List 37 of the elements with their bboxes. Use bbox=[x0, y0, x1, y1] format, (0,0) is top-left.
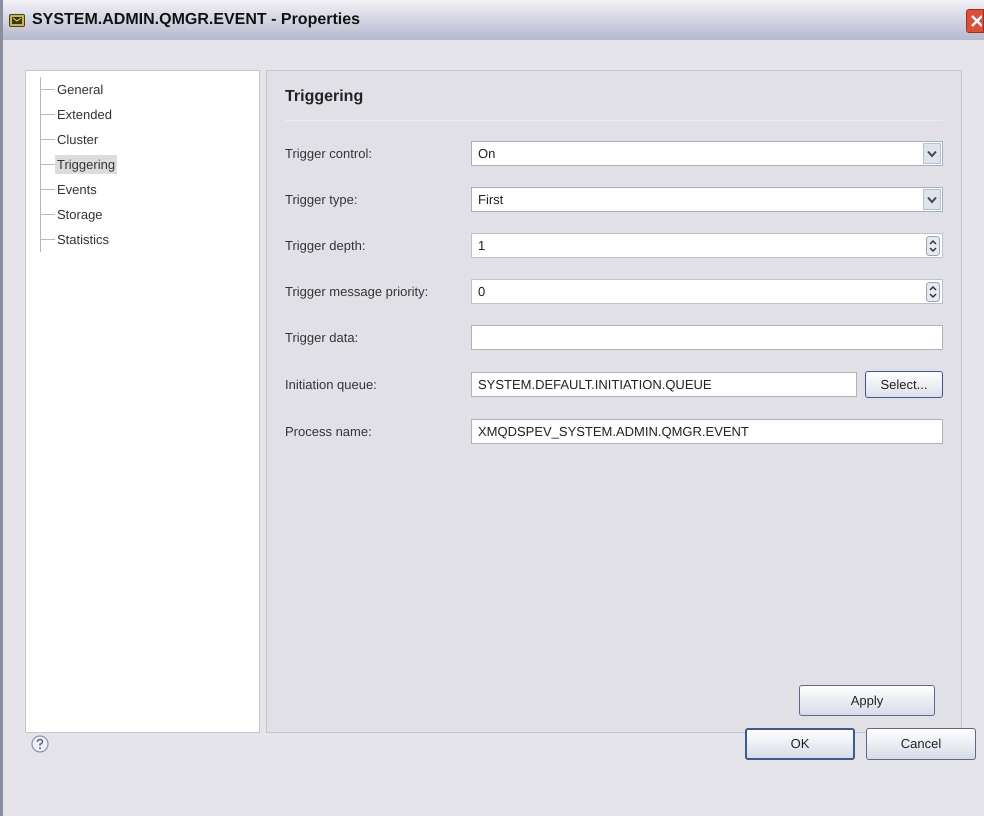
field-label: Trigger control: bbox=[285, 144, 373, 163]
tree-item[interactable]: Statistics bbox=[55, 230, 112, 250]
page-title: Triggering bbox=[285, 85, 943, 121]
dropdown-value: First bbox=[477, 190, 504, 209]
field-label: Trigger message priority: bbox=[285, 282, 430, 301]
field-label: Initiation queue: bbox=[285, 376, 378, 394]
tree-item[interactable]: Cluster bbox=[55, 130, 100, 150]
input-field[interactable] bbox=[471, 325, 943, 350]
tree-item[interactable]: General bbox=[55, 80, 106, 100]
spinner-value: 0 bbox=[477, 282, 486, 301]
field-label: Process name: bbox=[285, 422, 373, 441]
tree-item[interactable]: Events bbox=[55, 180, 99, 200]
dialog-button[interactable]: Cancel bbox=[866, 728, 976, 760]
dropdown[interactable]: First bbox=[471, 187, 943, 212]
dropdown-value: On bbox=[477, 144, 496, 163]
tree-item[interactable]: Extended bbox=[55, 104, 114, 124]
tree-item[interactable]: Triggering bbox=[55, 154, 118, 174]
tree-item[interactable]: Storage bbox=[55, 204, 105, 224]
window-icon bbox=[9, 14, 25, 26]
field-label: Trigger depth: bbox=[285, 236, 366, 255]
spinner-field[interactable]: 1 bbox=[471, 233, 943, 258]
help-icon[interactable] bbox=[31, 735, 49, 753]
spinner-arrows-icon[interactable] bbox=[926, 282, 940, 302]
input-field[interactable]: XMQDSPEV_SYSTEM.ADMIN.QMGR.EVENT bbox=[471, 419, 943, 444]
select-button[interactable]: Select... bbox=[865, 371, 943, 398]
dialog-button[interactable]: OK bbox=[745, 728, 855, 760]
spinner-value: 1 bbox=[477, 236, 486, 255]
close-icon bbox=[970, 14, 982, 28]
apply-button[interactable]: Apply bbox=[799, 685, 935, 716]
field-label: Trigger data: bbox=[285, 328, 360, 347]
window-title: SYSTEM.ADMIN.QMGR.EVENT - Properties bbox=[32, 10, 362, 30]
input-field[interactable]: SYSTEM.DEFAULT.INITIATION.QUEUE bbox=[471, 372, 857, 397]
spinner-arrows-icon[interactable] bbox=[926, 236, 940, 256]
spinner-field[interactable]: 0 bbox=[471, 279, 943, 304]
field-label: Trigger type: bbox=[285, 190, 358, 209]
close-button[interactable] bbox=[966, 9, 984, 33]
dropdown[interactable]: On bbox=[471, 141, 943, 166]
